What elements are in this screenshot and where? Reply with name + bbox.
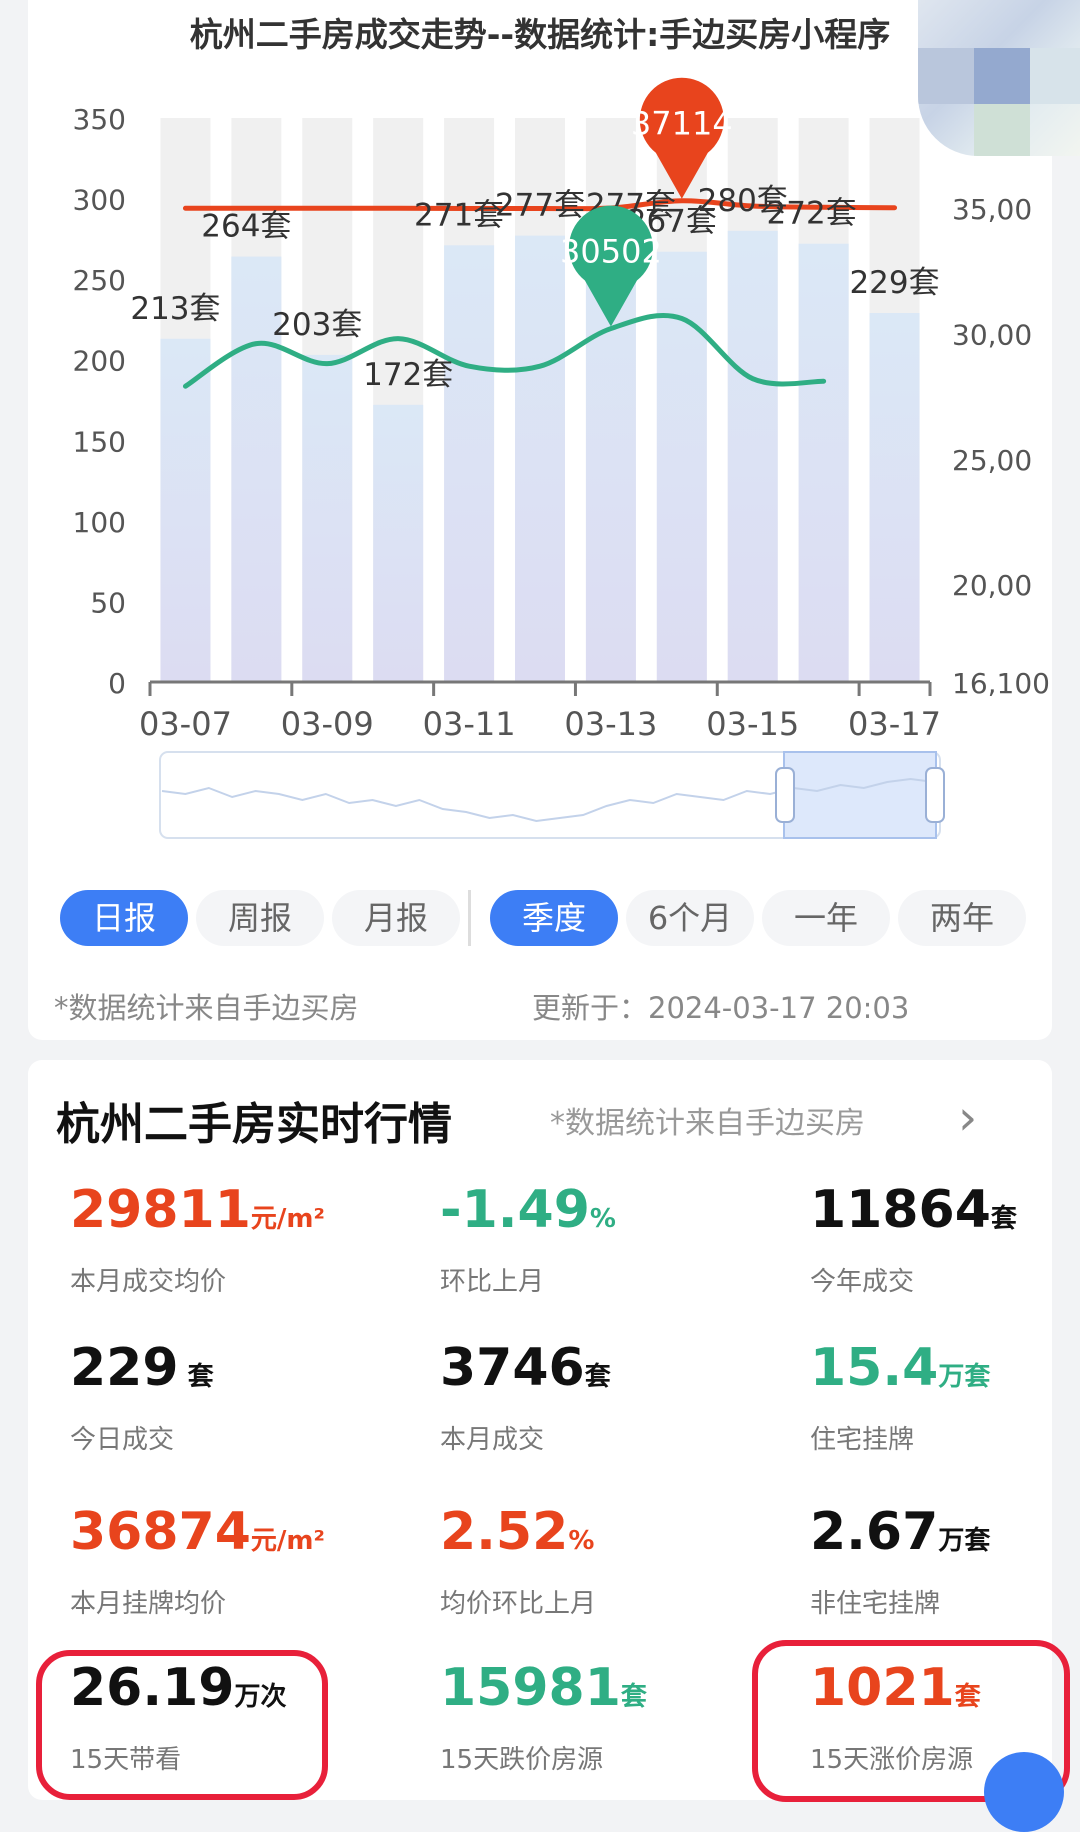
stat-unit: 套 xyxy=(584,1362,611,1392)
stat-today-deals: 229 套 今日成交 xyxy=(70,1338,214,1456)
stat-value: 229 xyxy=(70,1338,179,1398)
stat-nonresidential-listings: 2.67万套 非住宅挂牌 xyxy=(810,1502,990,1620)
source-note: *数据统计来自手边买房 xyxy=(54,991,359,1025)
stat-residential-listings: 15.4万套 住宅挂牌 xyxy=(810,1338,990,1456)
tab-6-months[interactable]: 6个月 xyxy=(626,890,754,946)
stat-unit: 元/m² xyxy=(250,1204,325,1234)
stat-unit: % xyxy=(568,1526,595,1556)
y-left-tick-label: 50 xyxy=(90,586,126,619)
y-left-tick-label: 200 xyxy=(73,345,126,378)
stat-value: 29811 xyxy=(70,1180,251,1240)
stat-price-mom: 2.52% 均价环比上月 xyxy=(440,1502,596,1620)
y-left-tick-label: 100 xyxy=(73,506,126,539)
chevron-right-icon[interactable]: › xyxy=(958,1090,977,1146)
stat-value: -1.49 xyxy=(440,1180,590,1240)
trend-chart: 0 50 100 150 200 250 300 350 16,100 20,00 25,00 30,… xyxy=(73,77,1050,839)
tab-divider xyxy=(468,890,471,946)
stat-15day-price-drops: 15981套 15天跌价房源 xyxy=(440,1658,647,1776)
stat-unit: 元/m² xyxy=(250,1526,325,1556)
stat-label: 环比上月 xyxy=(440,1267,545,1297)
bar xyxy=(798,243,849,683)
y-right-tick-label: 25,00 xyxy=(952,444,1032,477)
stat-label: 本月挂牌均价 xyxy=(70,1589,227,1619)
x-tick-label: 03-13 xyxy=(564,705,657,743)
stat-label: 15天跌价房源 xyxy=(440,1745,604,1775)
stat-value: 2.67 xyxy=(810,1502,939,1562)
y-right-tick-label: 30,00 xyxy=(952,319,1032,352)
market-title: 杭州二手房实时行情 xyxy=(56,1099,452,1150)
stat-value: 36874 xyxy=(70,1502,251,1562)
stat-month-deals: 3746套 本月成交 xyxy=(440,1338,611,1456)
tab-daily[interactable]: 日报 xyxy=(60,890,188,946)
bar-data-label: 213套 xyxy=(130,291,220,327)
x-tick-label: 03-15 xyxy=(706,705,799,743)
listing-price-marker-label: 37114 xyxy=(631,105,733,143)
updated-time: 更新于：2024-03-17 20:03 xyxy=(532,991,910,1025)
market-note: *数据统计来自手边买房 xyxy=(550,1106,865,1141)
stat-unit: 套 xyxy=(620,1682,647,1712)
stat-avg-listing-price: 36874元/m² 本月挂牌均价 xyxy=(70,1502,325,1620)
bar xyxy=(444,245,495,682)
stat-unit: % xyxy=(589,1204,616,1234)
stat-label: 非住宅挂牌 xyxy=(810,1589,941,1619)
tab-weekly[interactable]: 周报 xyxy=(196,890,324,946)
stat-value: 3746 xyxy=(440,1338,585,1398)
y-right-tick-label: 35,00 xyxy=(952,193,1032,226)
stat-label: 今年成交 xyxy=(810,1267,915,1297)
tab-2-years[interactable]: 两年 xyxy=(898,890,1026,946)
deal-price-marker-label: 30502 xyxy=(560,233,662,271)
stat-unit: 万套 xyxy=(938,1362,991,1392)
bar-data-label: 271套 xyxy=(414,197,504,233)
x-tick-label: 03-09 xyxy=(281,705,374,743)
x-tick-label: 03-07 xyxy=(139,705,232,743)
y-left-tick-label: 250 xyxy=(73,264,126,297)
bar-data-label: 229套 xyxy=(849,265,939,301)
x-tick-label: 03-17 xyxy=(848,705,941,743)
stat-avg-deal-price: 29811元/m² 本月成交均价 xyxy=(70,1180,325,1298)
bar-data-label: 203套 xyxy=(272,307,362,343)
tab-1-year[interactable]: 一年 xyxy=(762,890,890,946)
y-left-tick-label: 150 xyxy=(73,425,126,458)
bar xyxy=(727,230,778,683)
stat-ytd-deals: 11864套 今年成交 xyxy=(810,1180,1017,1298)
y-left-tick-label: 350 xyxy=(73,103,126,136)
zoom-handle-right xyxy=(925,767,945,823)
floating-action-icon[interactable] xyxy=(984,1752,1064,1832)
bar xyxy=(515,235,565,683)
y-left-tick-label: 300 xyxy=(73,184,126,217)
stat-label: 本月成交 xyxy=(440,1425,545,1455)
stat-label: 本月成交均价 xyxy=(70,1267,227,1297)
y-right-tick-label: 16,100 xyxy=(952,667,1050,700)
zoom-handle-left xyxy=(775,767,795,823)
y-right-tick-label: 20,00 xyxy=(952,569,1032,602)
stat-value: 15.4 xyxy=(810,1338,939,1398)
highlight-box-viewings xyxy=(36,1650,328,1800)
stat-mom-change: -1.49% 环比上月 xyxy=(440,1180,616,1298)
bar xyxy=(373,404,424,682)
x-tick-label: 03-11 xyxy=(423,705,516,743)
stat-unit: 套 xyxy=(990,1204,1017,1234)
bar xyxy=(160,338,211,682)
tab-quarter[interactable]: 季度 xyxy=(490,890,618,946)
y-left-tick-label: 0 xyxy=(108,667,126,700)
stat-label: 住宅挂牌 xyxy=(810,1425,915,1455)
bar-data-label: 272套 xyxy=(767,196,857,232)
stat-value: 15981 xyxy=(440,1658,621,1718)
bar-data-label: 277套 xyxy=(495,188,585,224)
tab-monthly[interactable]: 月报 xyxy=(332,890,460,946)
bar xyxy=(869,312,920,682)
stat-label: 均价环比上月 xyxy=(440,1589,597,1619)
stat-unit: 万套 xyxy=(938,1526,991,1556)
stat-unit: 套 xyxy=(178,1362,214,1392)
stat-label: 今日成交 xyxy=(70,1425,175,1455)
bar-data-label: 264套 xyxy=(201,209,291,245)
blurred-avatar-icon xyxy=(918,0,1080,156)
zoom-slider-window xyxy=(783,751,937,839)
bar-data-label: 172套 xyxy=(363,357,453,393)
stat-value: 2.52 xyxy=(440,1502,569,1562)
stat-value: 11864 xyxy=(810,1180,991,1240)
bar xyxy=(302,354,353,682)
